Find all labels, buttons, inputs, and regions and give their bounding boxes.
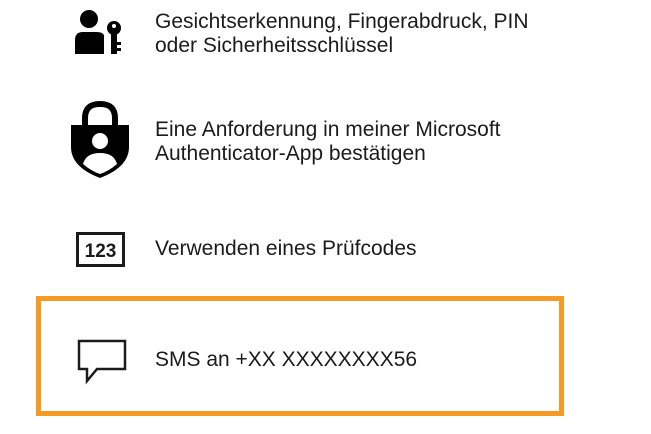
option-authenticator-app[interactable]: Eine Anforderung in meiner Microsoft Aut… xyxy=(0,95,600,185)
chat-bubble-icon xyxy=(77,339,127,390)
option-label: SMS an +XX XXXXXXXX56 xyxy=(155,348,417,372)
verification-method-list: Gesichtserkennung, Fingerabdruck, PIN od… xyxy=(0,0,651,434)
option-label: Gesichtserkennung, Fingerabdruck, PIN od… xyxy=(155,10,529,58)
option-sms[interactable]: SMS an +XX XXXXXXXX56 xyxy=(36,296,564,416)
option-label-line1: SMS an +XX XXXXXXXX56 xyxy=(155,348,418,371)
person-key-icon xyxy=(74,8,126,65)
option-label-line2: oder Sicherheitsschlüssel xyxy=(155,34,394,57)
option-label: Eine Anforderung in meiner Microsoft Aut… xyxy=(155,118,501,166)
option-label: Verwenden eines Prüfcodes xyxy=(155,237,417,261)
code-123-icon: 123 xyxy=(76,232,126,273)
code-icon-text: 123 xyxy=(85,241,117,262)
option-windows-hello[interactable]: Gesichtserkennung, Fingerabdruck, PIN od… xyxy=(0,0,600,80)
authenticator-lock-icon xyxy=(69,100,131,184)
option-label-line2: Authenticator-App bestätigen xyxy=(155,142,426,165)
option-label-line1: Gesichtserkennung, Fingerabdruck, PIN xyxy=(155,10,529,33)
option-label-line1: Verwenden eines Prüfcodes xyxy=(155,237,417,260)
option-verification-code[interactable]: 123 Verwenden eines Prüfcodes xyxy=(0,220,600,280)
option-label-line1: Eine Anforderung in meiner Microsoft xyxy=(155,118,501,141)
